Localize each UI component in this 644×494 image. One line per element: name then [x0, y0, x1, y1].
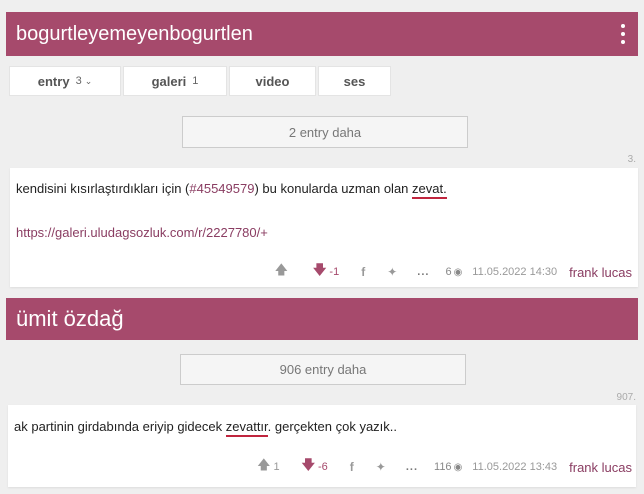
twitter-icon[interactable]: ✦: [387, 265, 397, 279]
upvote-button[interactable]: 🡅: [275, 261, 291, 283]
highlight-word[interactable]: zevat.: [412, 181, 447, 199]
more-entries-button[interactable]: 906 entry daha: [180, 354, 466, 385]
entry-number: 3.: [627, 154, 636, 165]
view-count: 6 ◉: [445, 266, 463, 278]
entry-ref-link[interactable]: #45549579: [189, 181, 254, 196]
arrow-down-icon: 🡇: [301, 457, 315, 472]
topic-tabs: entry 3 ⌄ galeri 1 video ses: [9, 66, 391, 96]
more-entries-button[interactable]: 2 entry daha: [182, 116, 468, 148]
ellipsis-icon[interactable]: ...: [417, 266, 429, 278]
topic-title-bar: bogurtleyemeyenbogurtlen: [6, 12, 638, 56]
topic-title-bar: ümit özdağ: [6, 298, 638, 340]
arrow-down-icon: 🡇: [313, 262, 327, 277]
twitter-icon[interactable]: ✦: [376, 460, 386, 474]
entry-date[interactable]: 11.05.2022 14:30: [472, 266, 557, 278]
entry-text: ak partinin girdabında eriyip gidecek ze…: [14, 418, 628, 437]
facebook-icon[interactable]: f: [350, 460, 354, 474]
entry-text: kendisini kısırlaştırdıkları için (#4554…: [16, 180, 630, 199]
entry-date[interactable]: 11.05.2022 13:43: [472, 461, 557, 473]
entry-footer: 🡅 1 🡇 -6 f ✦ ... 116 ◉ 11.05.2022 13:43 fra…: [235, 456, 632, 478]
eye-icon: ◉: [453, 267, 463, 278]
highlight-word[interactable]: zevattır: [225, 419, 268, 437]
tab-galeri[interactable]: galeri 1: [123, 66, 227, 96]
ellipsis-icon[interactable]: ...: [406, 461, 418, 473]
facebook-icon[interactable]: f: [361, 265, 365, 279]
vertical-dots-icon[interactable]: [608, 24, 638, 44]
entry-card: kendisini kısırlaştırdıkları için (#4554…: [10, 168, 638, 287]
entry-url-line: https://galeri.uludagsozluk.com/r/222778…: [16, 224, 268, 242]
downvote-button[interactable]: 🡇 -1: [313, 261, 339, 283]
entry-number: 907.: [616, 392, 636, 403]
view-count: 116 ◉: [434, 461, 463, 473]
entry-footer: 🡅 🡇 -1 f ✦ ... 6 ◉ 11.05.2022 14:30 frank …: [253, 261, 632, 283]
tab-video[interactable]: video: [229, 66, 316, 96]
tab-entry[interactable]: entry 3 ⌄: [9, 66, 121, 96]
downvote-button[interactable]: 🡇 -6: [302, 456, 328, 478]
eye-icon: ◉: [453, 462, 463, 473]
chevron-down-icon: ⌄: [84, 75, 93, 86]
entry-author[interactable]: frank lucas: [569, 265, 632, 280]
entry-url-plus[interactable]: +: [260, 225, 268, 240]
entry-author[interactable]: frank lucas: [569, 460, 632, 475]
topic-title[interactable]: ümit özdağ: [6, 306, 638, 332]
arrow-up-icon: 🡅: [274, 262, 289, 277]
tab-ses[interactable]: ses: [318, 66, 391, 96]
upvote-button[interactable]: 🡅 1: [257, 456, 280, 478]
topic-title[interactable]: bogurtleyemeyenbogurtlen: [6, 23, 608, 46]
entry-card: ak partinin girdabında eriyip gidecek ze…: [8, 405, 636, 487]
entry-url-link[interactable]: https://galeri.uludagsozluk.com/r/222778…: [16, 225, 260, 240]
arrow-up-icon: 🡅: [257, 457, 271, 472]
